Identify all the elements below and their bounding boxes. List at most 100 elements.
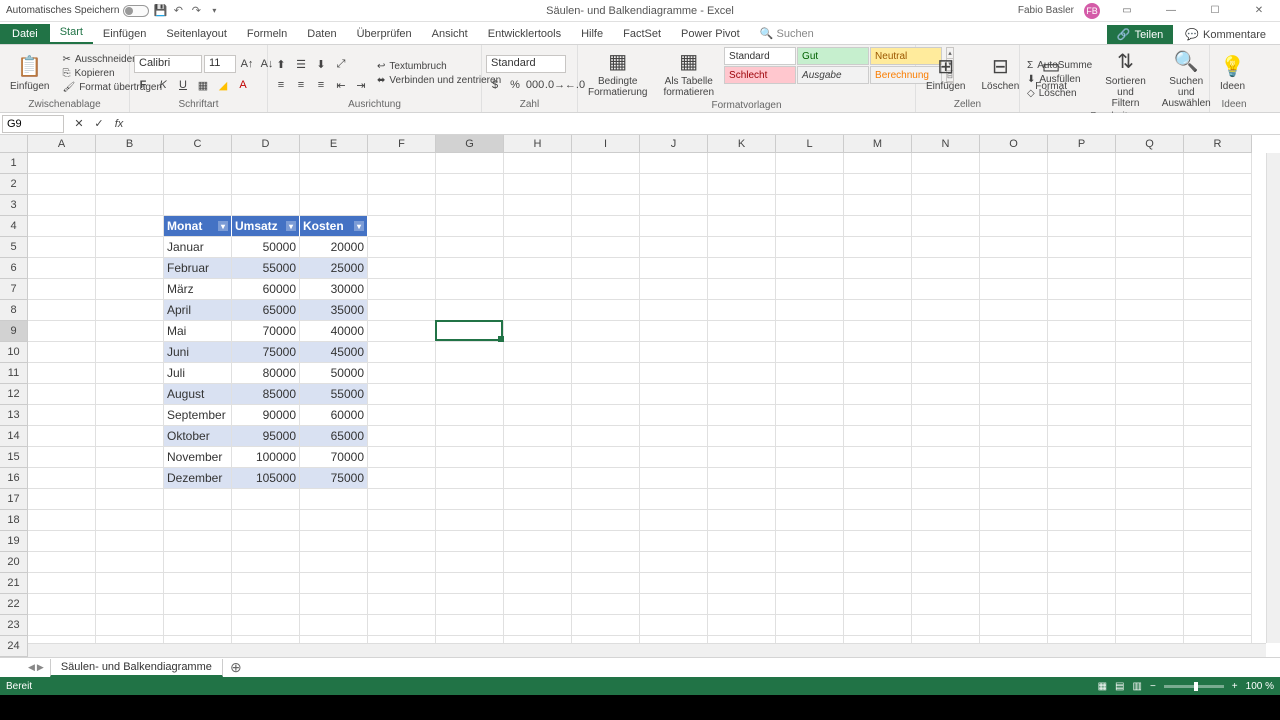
cell[interactable] — [504, 405, 572, 426]
cell[interactable] — [1116, 342, 1184, 363]
align-bottom-icon[interactable]: ⬇ — [312, 55, 330, 73]
cell[interactable]: 70000 — [232, 321, 300, 342]
cell[interactable] — [980, 531, 1048, 552]
cell[interactable] — [844, 384, 912, 405]
cell[interactable] — [1184, 636, 1252, 643]
cell[interactable] — [1184, 279, 1252, 300]
row-header-17[interactable]: 17 — [0, 489, 28, 510]
cell[interactable] — [776, 279, 844, 300]
col-header-B[interactable]: B — [96, 135, 164, 153]
cell[interactable] — [504, 258, 572, 279]
cell[interactable] — [844, 615, 912, 636]
cell[interactable]: August — [164, 384, 232, 405]
cell[interactable] — [844, 216, 912, 237]
cell[interactable] — [1116, 531, 1184, 552]
cell[interactable] — [368, 237, 436, 258]
filter-icon[interactable]: ▾ — [354, 221, 364, 231]
cell[interactable] — [232, 552, 300, 573]
cell[interactable] — [776, 636, 844, 643]
cell[interactable] — [436, 195, 504, 216]
cell[interactable] — [980, 426, 1048, 447]
cell[interactable] — [572, 342, 640, 363]
cell[interactable] — [640, 237, 708, 258]
cell[interactable] — [368, 489, 436, 510]
cell[interactable] — [572, 594, 640, 615]
cell[interactable]: März — [164, 279, 232, 300]
cell[interactable] — [640, 447, 708, 468]
cell[interactable] — [96, 153, 164, 174]
cell[interactable] — [1116, 615, 1184, 636]
cell[interactable]: 50000 — [300, 363, 368, 384]
cell[interactable] — [232, 510, 300, 531]
cell[interactable] — [708, 489, 776, 510]
cell[interactable] — [640, 174, 708, 195]
cell[interactable] — [96, 468, 164, 489]
cell[interactable] — [776, 195, 844, 216]
cell[interactable]: 55000 — [300, 384, 368, 405]
cell[interactable] — [504, 468, 572, 489]
cell[interactable] — [1116, 258, 1184, 279]
col-header-A[interactable]: A — [28, 135, 96, 153]
cell[interactable] — [96, 174, 164, 195]
cell[interactable] — [368, 510, 436, 531]
cell[interactable] — [232, 153, 300, 174]
cell[interactable] — [708, 636, 776, 643]
cell[interactable] — [708, 237, 776, 258]
sheet-tab[interactable]: Säulen- und Balkendiagramme — [50, 659, 223, 677]
cell[interactable] — [28, 489, 96, 510]
align-right-icon[interactable]: ≡ — [312, 76, 330, 94]
cell[interactable]: 90000 — [232, 405, 300, 426]
cell[interactable] — [96, 342, 164, 363]
zoom-slider[interactable] — [1164, 685, 1224, 688]
col-header-H[interactable]: H — [504, 135, 572, 153]
cell[interactable] — [980, 636, 1048, 643]
cell[interactable] — [776, 405, 844, 426]
cell[interactable] — [572, 153, 640, 174]
cell[interactable] — [96, 510, 164, 531]
cell[interactable] — [572, 426, 640, 447]
cell[interactable] — [912, 426, 980, 447]
cell[interactable] — [980, 237, 1048, 258]
tab-view[interactable]: Ansicht — [422, 24, 478, 44]
cell[interactable] — [1116, 384, 1184, 405]
cell[interactable] — [572, 489, 640, 510]
cell[interactable] — [1184, 258, 1252, 279]
cell[interactable] — [1048, 468, 1116, 489]
cell[interactable] — [708, 153, 776, 174]
cell[interactable]: September — [164, 405, 232, 426]
cell[interactable] — [96, 447, 164, 468]
cell[interactable] — [912, 384, 980, 405]
cell[interactable]: 35000 — [300, 300, 368, 321]
col-header-L[interactable]: L — [776, 135, 844, 153]
cell[interactable]: Juni — [164, 342, 232, 363]
cell[interactable] — [232, 489, 300, 510]
cell[interactable] — [28, 615, 96, 636]
bold-icon[interactable]: F — [134, 76, 152, 94]
cell[interactable] — [1184, 426, 1252, 447]
cell[interactable]: 60000 — [232, 279, 300, 300]
col-header-I[interactable]: I — [572, 135, 640, 153]
cell[interactable] — [980, 153, 1048, 174]
cell[interactable] — [912, 174, 980, 195]
cell[interactable] — [776, 321, 844, 342]
cell[interactable] — [912, 300, 980, 321]
cell[interactable] — [436, 321, 504, 342]
align-center-icon[interactable]: ≡ — [292, 76, 310, 94]
row-header-16[interactable]: 16 — [0, 468, 28, 489]
cell[interactable]: November — [164, 447, 232, 468]
cell[interactable] — [436, 636, 504, 643]
cell[interactable] — [436, 426, 504, 447]
cell[interactable] — [28, 279, 96, 300]
cell[interactable] — [980, 552, 1048, 573]
user-name[interactable]: Fabio Basler — [1018, 5, 1074, 16]
cell[interactable] — [1184, 363, 1252, 384]
cell[interactable]: Januar — [164, 237, 232, 258]
sheet-nav-prev-icon[interactable]: ◀ — [28, 662, 35, 673]
cell[interactable] — [776, 426, 844, 447]
cell[interactable] — [980, 342, 1048, 363]
cell[interactable] — [28, 384, 96, 405]
maximize-icon[interactable]: ☐ — [1198, 1, 1232, 21]
cell[interactable] — [1184, 195, 1252, 216]
cell[interactable]: 20000 — [300, 237, 368, 258]
cell[interactable] — [504, 237, 572, 258]
